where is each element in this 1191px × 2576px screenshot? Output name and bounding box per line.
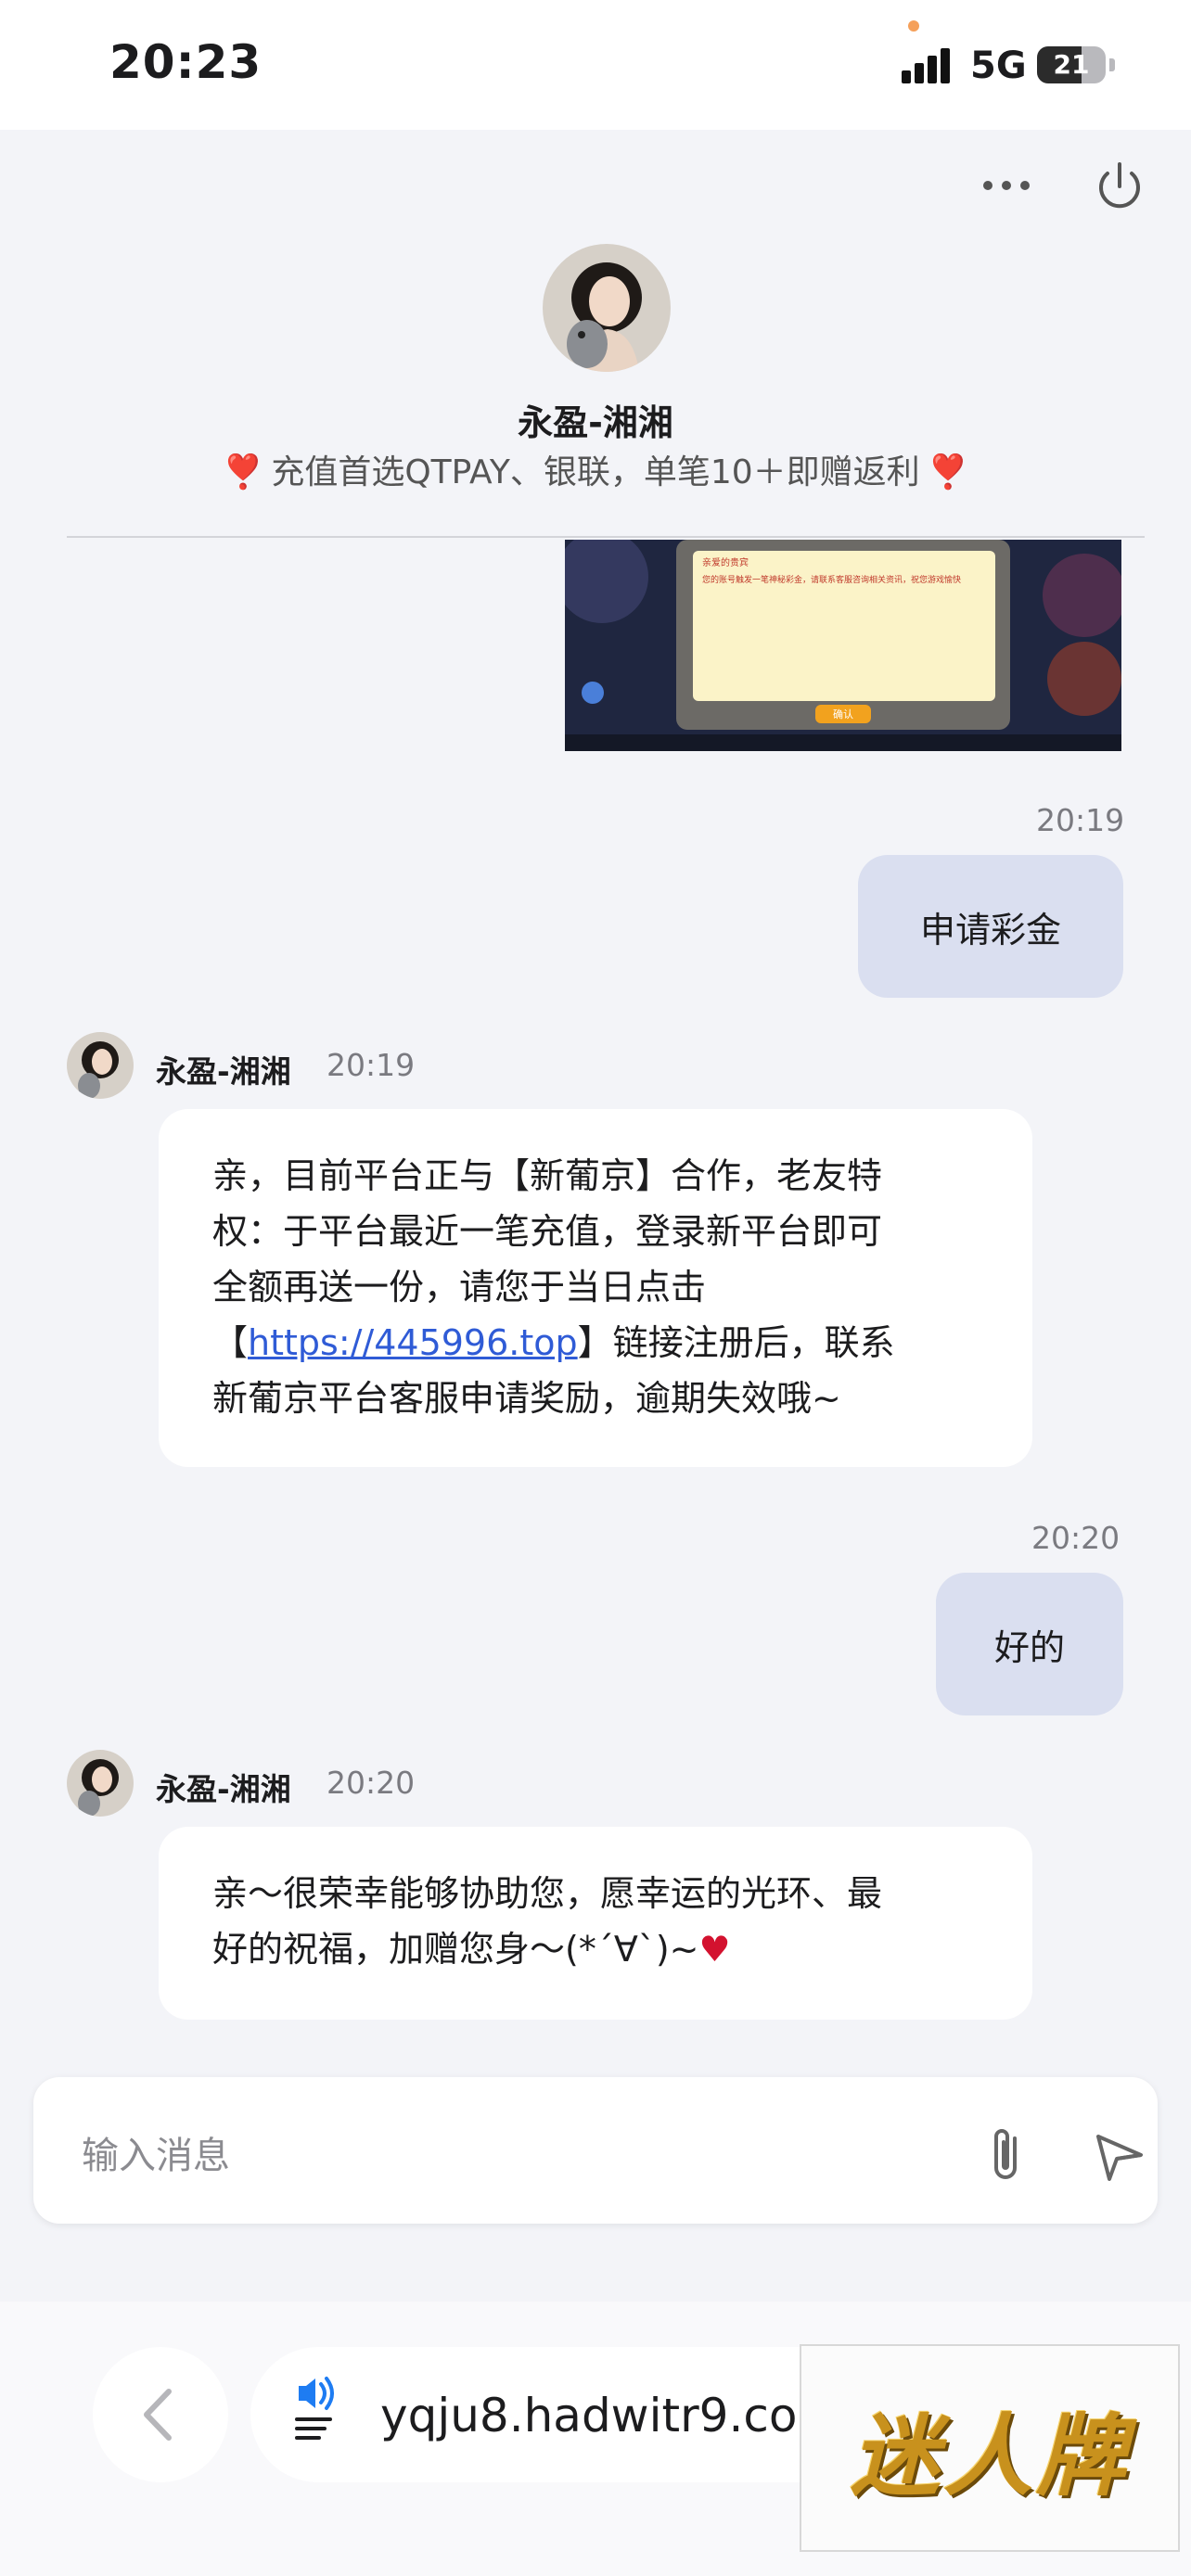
link-suffix: 】链接注册后，联系 xyxy=(577,1322,895,1363)
message-line: 权：于平台最近一笔充值，登录新平台即可 xyxy=(212,1211,883,1252)
incoming-message-bubble: 亲，目前平台正与【新葡京】合作，老友特 权：于平台最近一笔充值，登录新平台即可 … xyxy=(159,1109,1032,1467)
message-line: 亲～很荣幸能够协助您，愿幸运的光环、最 xyxy=(212,1873,883,1914)
message-input-placeholder: 输入消息 xyxy=(82,2135,230,2177)
sender-avatar xyxy=(67,1750,134,1817)
tagline-text: 充值首选QTPAY、银联，单笔10＋即赠返利 xyxy=(271,453,920,491)
agent-name: 永盈-湘湘 xyxy=(518,402,673,443)
chat-image-attachment[interactable]: 亲爱的贵宾 您的账号触发一笔神秘彩金，请联系客服咨询相关资讯，祝您游戏愉快 确认 xyxy=(565,540,1121,751)
battery-icon: 21 xyxy=(1037,46,1106,83)
power-button[interactable] xyxy=(1087,153,1152,218)
incoming-message-bubble: 亲～很荣幸能够协助您，愿幸运的光环、最 好的祝福，加赠您身～(*´∀`)~♥ xyxy=(159,1827,1032,2020)
sender-name: 永盈-湘湘 xyxy=(156,1771,291,1807)
paperclip-icon xyxy=(994,2129,1017,2179)
power-icon xyxy=(1099,162,1140,209)
message-time: 20:20 xyxy=(327,1765,416,1801)
outgoing-message-bubble: 申请彩金 xyxy=(858,855,1123,998)
network-type: 5G xyxy=(970,45,1027,87)
registration-link[interactable]: https://445996.top xyxy=(248,1322,578,1363)
header-divider xyxy=(67,536,1145,538)
message-time: 20:19 xyxy=(327,1047,416,1083)
message-input-box[interactable]: 输入消息 xyxy=(33,2077,1158,2224)
message-line: 好的祝福，加赠您身～(*´∀`)~♥ xyxy=(212,1921,980,1977)
outgoing-message-bubble: 好的 xyxy=(936,1573,1123,1715)
message-line: 亲，目前平台正与【新葡京】合作，老友特 xyxy=(212,1155,883,1196)
watermark-logo: 迷人牌 xyxy=(800,2344,1180,2552)
privacy-indicator-dot xyxy=(908,20,919,32)
cellular-signal-icon xyxy=(902,46,957,83)
message-time: 20:20 xyxy=(1031,1520,1121,1556)
message-time: 20:19 xyxy=(1036,802,1125,838)
popup-title: 亲爱的贵宾 xyxy=(702,558,749,568)
attach-button[interactable] xyxy=(970,2118,1044,2192)
popup-text: 您的账号触发一笔神秘彩金，请联系客服咨询相关资讯，祝您游戏愉快 xyxy=(702,576,962,585)
heart-emoji-icon: ❣️ xyxy=(222,453,264,491)
agent-avatar xyxy=(543,244,671,372)
watermark-text: 迷人牌 xyxy=(851,2403,1129,2508)
message-line: 全额再送一份，请您于当日点击 xyxy=(212,1267,707,1307)
url-text: yqju8.hadwitr9.com xyxy=(380,2389,843,2442)
status-time: 20:23 xyxy=(109,35,263,89)
more-dots-icon xyxy=(983,181,1030,190)
send-button[interactable] xyxy=(1082,2118,1156,2192)
message-line: 【https://445996.top】链接注册后，联系 xyxy=(212,1315,980,1371)
heart-icon: ♥ xyxy=(698,1929,731,1970)
battery-level: 21 xyxy=(1053,49,1090,80)
heart-emoji-icon: ❣️ xyxy=(927,453,969,491)
message-text: 好的祝福，加赠您身～(*´∀`)~ xyxy=(212,1929,699,1970)
sender-avatar xyxy=(67,1032,134,1099)
link-prefix: 【 xyxy=(212,1322,249,1363)
message-line: 新葡京平台客服申请奖励，逾期失效哦~ xyxy=(212,1378,841,1419)
battery-nub xyxy=(1109,58,1115,71)
speaker-icon[interactable] xyxy=(289,2375,364,2449)
more-options-button[interactable] xyxy=(974,153,1039,218)
send-arrow-icon xyxy=(1096,2135,1143,2181)
sender-name: 永盈-湘湘 xyxy=(156,1053,291,1090)
browser-back-button[interactable] xyxy=(93,2347,228,2482)
status-bar: 20:23 5G 21 xyxy=(0,0,1191,130)
popup-confirm-button: 确认 xyxy=(833,708,853,721)
agent-tagline: ❣️ 充值首选QTPAY、银联，单笔10＋即赠返利 ❣️ xyxy=(0,445,1191,493)
chevron-left-icon xyxy=(144,2389,172,2441)
